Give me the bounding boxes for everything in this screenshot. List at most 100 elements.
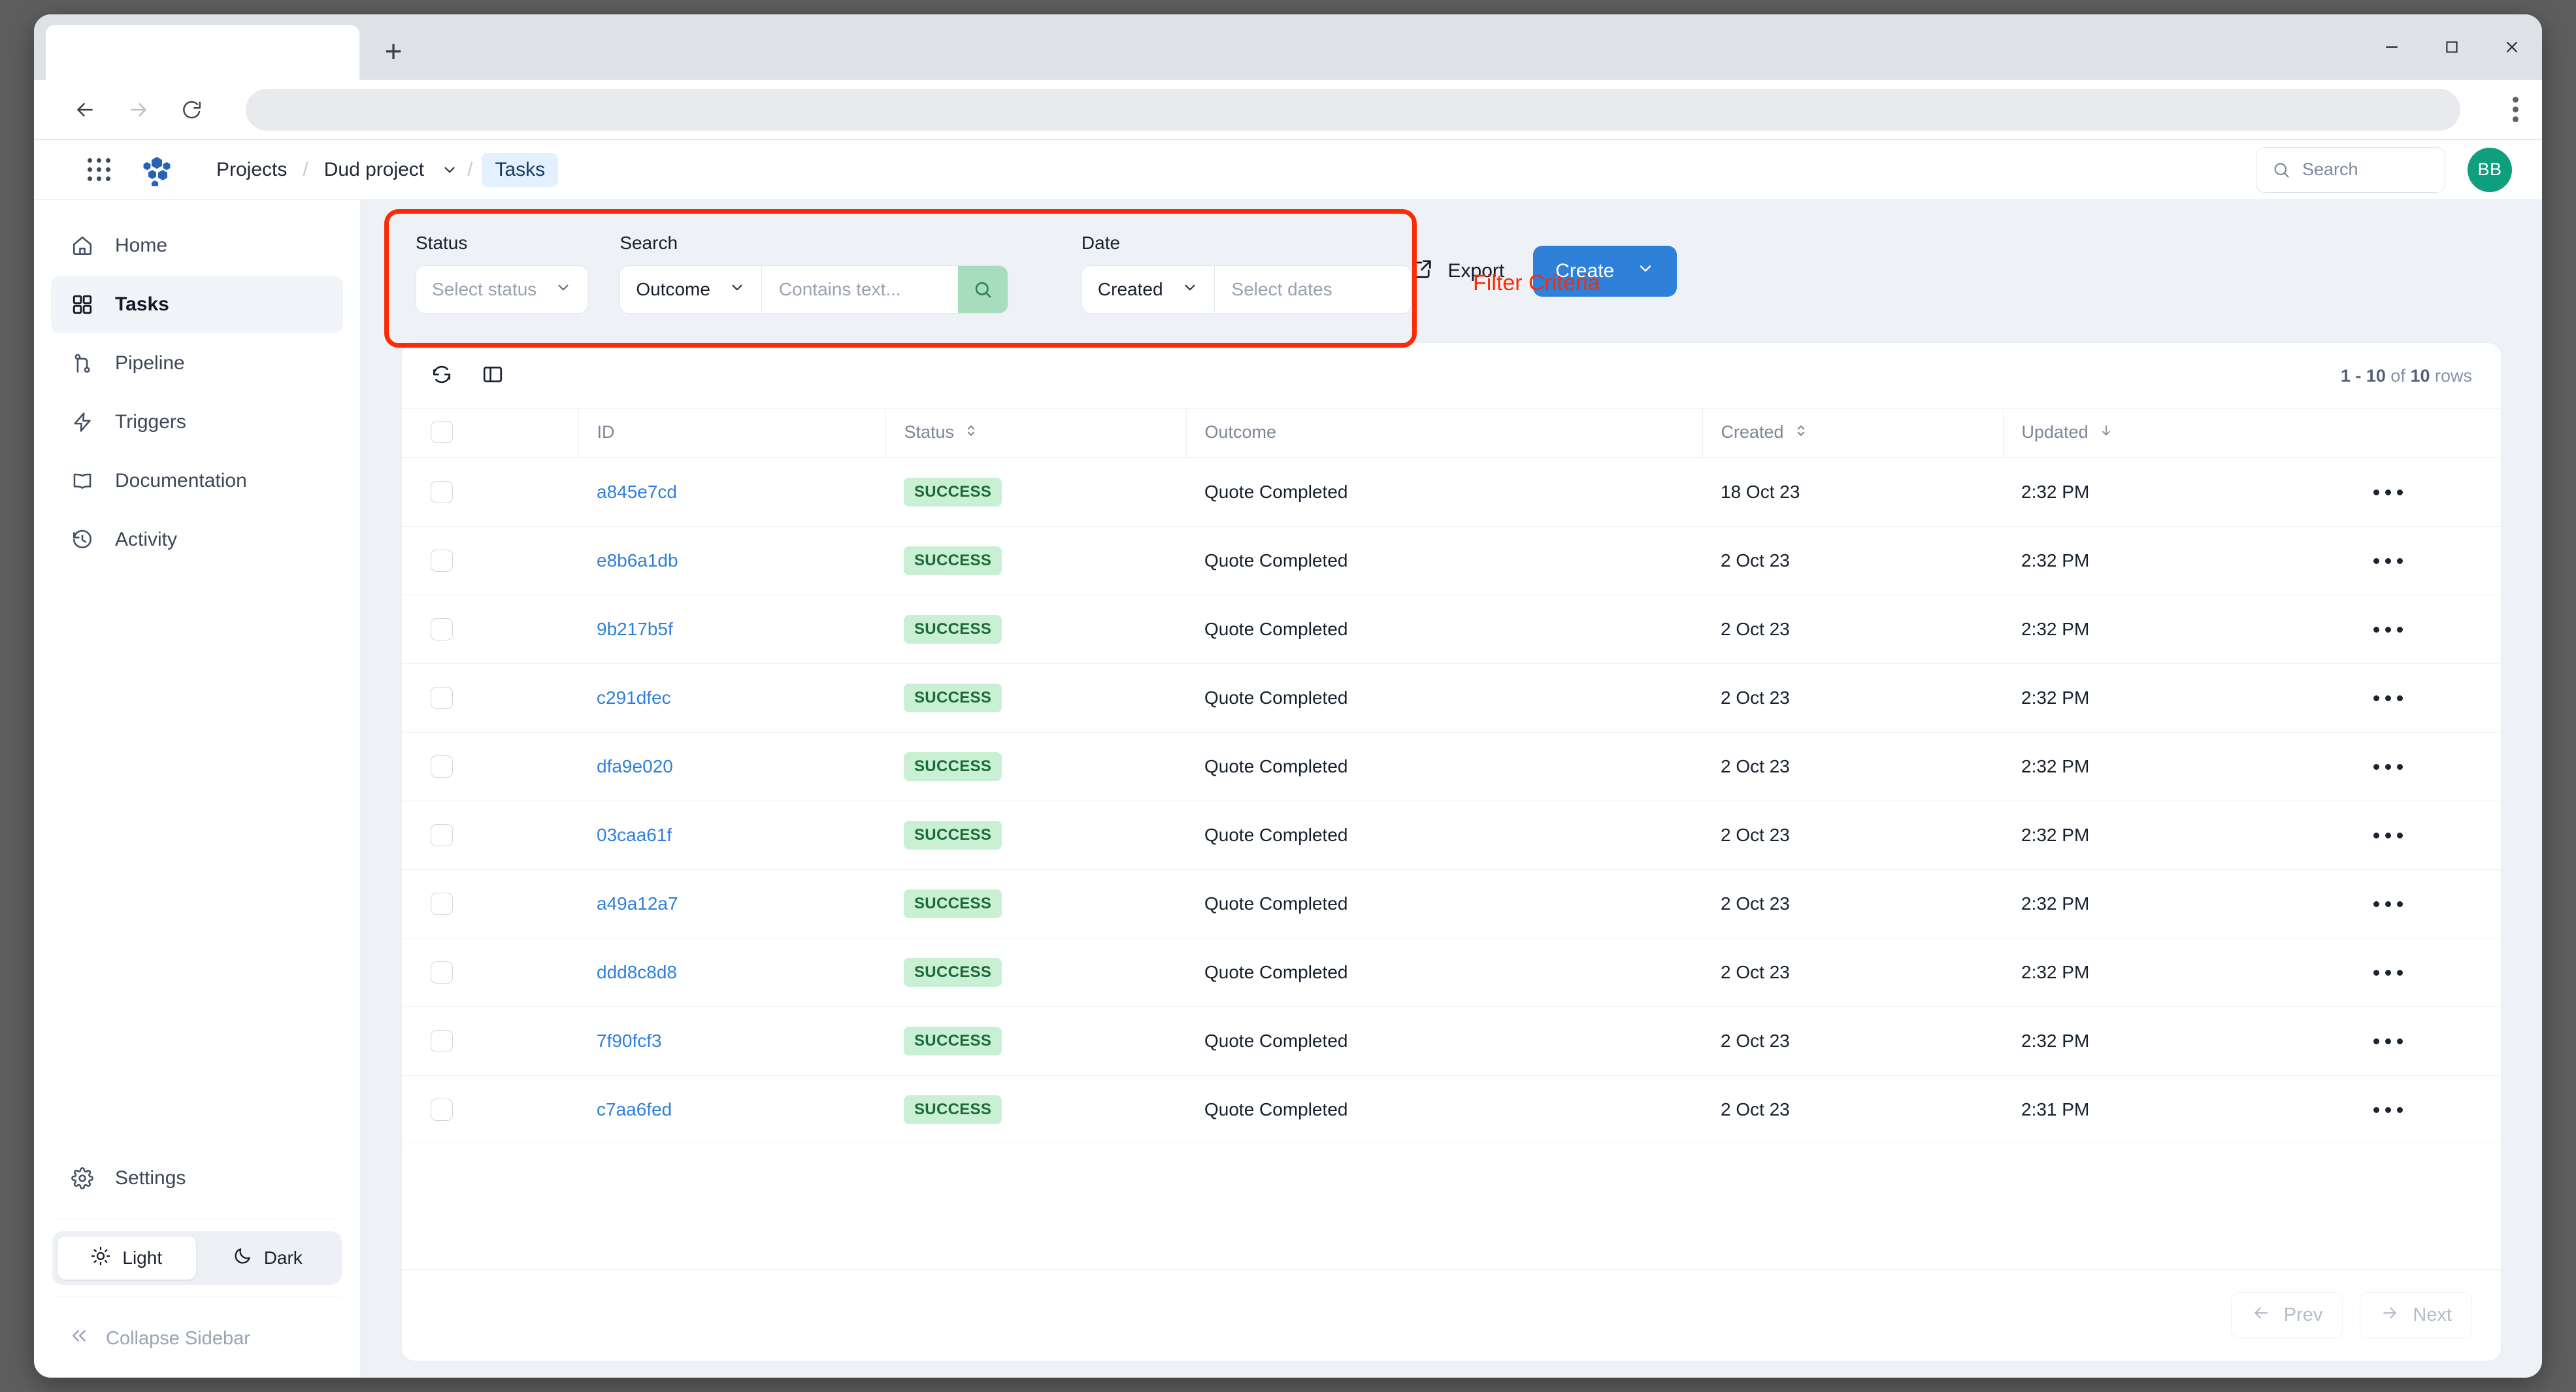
sidebar-item-label: Documentation <box>115 470 247 492</box>
row-id-link[interactable]: ddd8c8d8 <box>597 962 677 982</box>
row-checkbox[interactable] <box>431 1030 453 1052</box>
status-select[interactable]: Select status <box>416 265 588 314</box>
browser-menu-icon[interactable] <box>2513 97 2518 122</box>
search-submit-button[interactable] <box>958 266 1008 313</box>
project-chevron-down-icon[interactable] <box>441 161 458 178</box>
table-row[interactable]: 7f90fcf3 SUCCESS Quote Completed 2 Oct 2… <box>402 1007 2501 1076</box>
table-row[interactable]: 9b217b5f SUCCESS Quote Completed 2 Oct 2… <box>402 595 2501 664</box>
breadcrumb-item-project[interactable]: Dud project <box>318 155 431 185</box>
table-row[interactable]: dfa9e020 SUCCESS Quote Completed 2 Oct 2… <box>402 733 2501 801</box>
search-text-input[interactable]: Contains text... <box>762 266 958 313</box>
table-row[interactable]: 03caa61f SUCCESS Quote Completed 2 Oct 2… <box>402 801 2501 870</box>
clock-history-icon <box>69 529 95 551</box>
hex-cluster-logo[interactable] <box>140 154 173 186</box>
table-row[interactable]: c7aa6fed SUCCESS Quote Completed 2 Oct 2… <box>402 1076 2501 1144</box>
sidebar-item-home[interactable]: Home <box>51 217 343 274</box>
row-created-cell: 2 Oct 23 <box>1702 527 2003 595</box>
date-field-select[interactable]: Created <box>1082 266 1214 313</box>
header-created[interactable]: Created <box>1702 409 2003 458</box>
maximize-button[interactable] <box>2422 14 2482 80</box>
row-status-cell: SUCCESS <box>885 733 1186 801</box>
sidebar-item-documentation[interactable]: Documentation <box>51 452 343 510</box>
minimize-button[interactable] <box>2362 14 2422 80</box>
sort-both-icon <box>965 422 978 442</box>
ellipsis-icon[interactable] <box>2304 764 2472 770</box>
prev-page-button[interactable]: Prev <box>2231 1292 2343 1339</box>
table-row[interactable]: a49a12a7 SUCCESS Quote Completed 2 Oct 2… <box>402 870 2501 938</box>
next-page-button[interactable]: Next <box>2360 1292 2472 1339</box>
sun-icon <box>91 1246 110 1270</box>
row-checkbox[interactable] <box>431 618 453 640</box>
status-badge: SUCCESS <box>904 1095 1002 1124</box>
row-id-link[interactable]: dfa9e020 <box>597 756 673 776</box>
row-id-link[interactable]: e8b6a1db <box>597 550 678 571</box>
breadcrumb-item-tasks[interactable]: Tasks <box>482 153 558 187</box>
header-status[interactable]: Status <box>885 409 1186 458</box>
row-status-cell: SUCCESS <box>885 1076 1186 1144</box>
forward-icon[interactable] <box>127 98 150 122</box>
date-range-input[interactable]: Select dates <box>1215 266 1411 313</box>
sidebar-item-triggers[interactable]: Triggers <box>51 393 343 451</box>
ellipsis-icon[interactable] <box>2304 1107 2472 1113</box>
search-filter-control: Outcome Contains text... <box>619 265 1008 314</box>
search-field-select[interactable]: Outcome <box>620 266 761 313</box>
status-badge: SUCCESS <box>904 546 1002 575</box>
table-row[interactable]: c291dfec SUCCESS Quote Completed 2 Oct 2… <box>402 664 2501 733</box>
browser-tab[interactable] <box>46 25 359 80</box>
row-checkbox[interactable] <box>431 824 453 846</box>
row-id-link[interactable]: a845e7cd <box>597 482 677 502</box>
sidebar-item-pipeline[interactable]: Pipeline <box>51 335 343 392</box>
new-tab-button[interactable]: + <box>369 26 418 76</box>
address-input[interactable] <box>246 89 2460 131</box>
table-row[interactable]: a845e7cd SUCCESS Quote Completed 18 Oct … <box>402 458 2501 527</box>
header-updated[interactable]: Updated <box>2003 409 2304 458</box>
breadcrumb-item-projects[interactable]: Projects <box>210 155 293 185</box>
ellipsis-icon[interactable] <box>2304 627 2472 633</box>
table-row[interactable]: e8b6a1db SUCCESS Quote Completed 2 Oct 2… <box>402 527 2501 595</box>
row-checkbox[interactable] <box>431 687 453 709</box>
avatar[interactable]: BB <box>2468 148 2512 192</box>
reload-icon[interactable] <box>180 99 203 121</box>
ellipsis-icon[interactable] <box>2304 695 2472 701</box>
row-checkbox[interactable] <box>431 1099 453 1121</box>
panel-toggle-icon[interactable] <box>482 363 504 389</box>
ellipsis-icon[interactable] <box>2304 489 2472 495</box>
table-header-row: ID Status <box>402 409 2501 458</box>
row-checkbox[interactable] <box>431 481 453 503</box>
close-button[interactable] <box>2482 14 2542 80</box>
ellipsis-icon[interactable] <box>2304 833 2472 838</box>
collapse-sidebar-button[interactable]: Collapse Sidebar <box>51 1309 343 1357</box>
header-outcome[interactable]: Outcome <box>1186 409 1702 458</box>
ellipsis-icon[interactable] <box>2304 558 2472 564</box>
row-id-link[interactable]: a49a12a7 <box>597 893 678 914</box>
ellipsis-icon[interactable] <box>2304 970 2472 976</box>
row-id-link[interactable]: c291dfec <box>597 688 671 708</box>
app-grid-icon[interactable] <box>88 158 110 181</box>
header-id[interactable]: ID <box>578 409 885 458</box>
row-created-cell: 2 Oct 23 <box>1702 664 2003 733</box>
row-checkbox[interactable] <box>431 893 453 915</box>
global-search-input[interactable]: Search <box>2256 147 2445 193</box>
row-id-link[interactable]: c7aa6fed <box>597 1099 672 1119</box>
sidebar-item-settings[interactable]: Settings <box>51 1150 343 1207</box>
theme-option-dark[interactable]: Dark <box>199 1236 337 1280</box>
select-all-checkbox[interactable] <box>431 421 453 443</box>
table-row[interactable]: ddd8c8d8 SUCCESS Quote Completed 2 Oct 2… <box>402 938 2501 1007</box>
row-checkbox[interactable] <box>431 961 453 984</box>
refresh-icon[interactable] <box>431 363 453 389</box>
ellipsis-icon[interactable] <box>2304 1038 2472 1044</box>
sidebar-item-tasks[interactable]: Tasks <box>51 276 343 333</box>
row-checkbox[interactable] <box>431 550 453 572</box>
collapse-sidebar-label: Collapse Sidebar <box>106 1328 250 1350</box>
row-id-link[interactable]: 9b217b5f <box>597 619 673 639</box>
back-icon[interactable] <box>73 98 97 122</box>
row-id-link[interactable]: 7f90fcf3 <box>597 1031 662 1051</box>
row-id-link[interactable]: 03caa61f <box>597 825 672 845</box>
sidebar-item-activity[interactable]: Activity <box>51 511 343 569</box>
row-id-cell: e8b6a1db <box>578 527 885 595</box>
row-checkbox[interactable] <box>431 755 453 778</box>
row-checkbox-cell <box>402 870 578 938</box>
ellipsis-icon[interactable] <box>2304 901 2472 907</box>
theme-option-light[interactable]: Light <box>58 1236 196 1280</box>
sort-desc-icon <box>2099 422 2113 442</box>
